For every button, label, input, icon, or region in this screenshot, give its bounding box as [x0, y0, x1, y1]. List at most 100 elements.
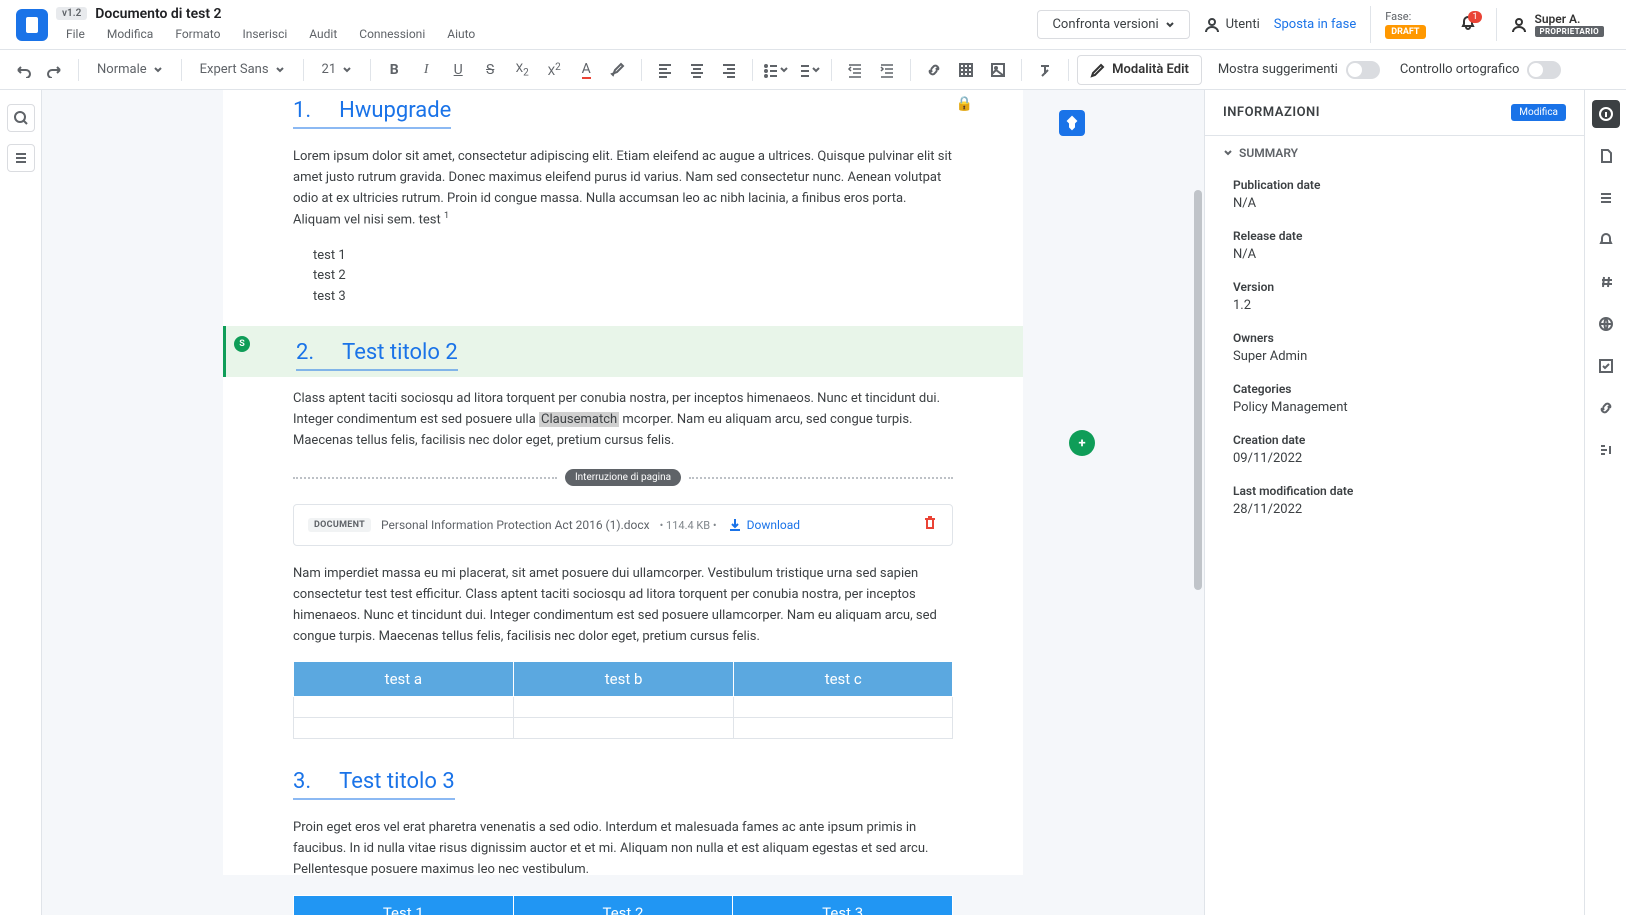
- notifications-button[interactable]: 1: [1454, 15, 1482, 35]
- paragraph[interactable]: Nam imperdiet massa eu mi placerat, sit …: [293, 564, 953, 647]
- table-cell[interactable]: [513, 718, 734, 739]
- menu-file[interactable]: File: [56, 24, 95, 44]
- search-button[interactable]: [7, 104, 35, 132]
- mod-date-label: Last modification date: [1233, 484, 1556, 498]
- download-link[interactable]: Download: [727, 517, 800, 533]
- redo-button[interactable]: [40, 55, 70, 85]
- page-break-label: Interruzione di pagina: [565, 469, 681, 486]
- rel-date-label: Release date: [1233, 229, 1556, 243]
- lines-tab[interactable]: [1592, 184, 1620, 212]
- table-2[interactable]: Test 1Test 2Test 3: [293, 895, 953, 915]
- italic-button[interactable]: I: [411, 55, 441, 85]
- underline-button[interactable]: U: [443, 55, 473, 85]
- pin-button[interactable]: [1059, 110, 1085, 136]
- link-icon: [1598, 400, 1614, 416]
- summary-collapse[interactable]: SUMMARY: [1205, 136, 1584, 170]
- creation-date-label: Creation date: [1233, 433, 1556, 447]
- globe-tab[interactable]: [1592, 310, 1620, 338]
- doc-tab[interactable]: [1592, 142, 1620, 170]
- table-cell[interactable]: [734, 697, 953, 718]
- table-button[interactable]: [951, 55, 981, 85]
- superscript-button[interactable]: X2: [539, 55, 569, 85]
- font-select[interactable]: Expert Sans: [190, 58, 295, 81]
- indent-button[interactable]: [872, 55, 902, 85]
- app-logo[interactable]: [16, 9, 48, 41]
- paragraph[interactable]: Proin eget eros vel erat pharetra venena…: [293, 818, 953, 880]
- strikethrough-button[interactable]: S: [475, 55, 505, 85]
- undo-button[interactable]: [8, 55, 38, 85]
- info-edit-button[interactable]: Modifica: [1511, 104, 1566, 121]
- lines-icon: [1598, 190, 1614, 206]
- alerts-tab[interactable]: [1592, 226, 1620, 254]
- scrollbar[interactable]: [1194, 190, 1202, 590]
- table-cell[interactable]: [734, 718, 953, 739]
- list-item: test 3: [313, 287, 953, 308]
- document-icon: [1598, 148, 1614, 164]
- indent-icon: [879, 62, 895, 78]
- image-button[interactable]: [983, 55, 1013, 85]
- categories-label: Categories: [1233, 382, 1556, 396]
- add-section-button[interactable]: +: [1069, 430, 1095, 456]
- user-icon: [1511, 17, 1527, 33]
- menu-connections[interactable]: Connessioni: [349, 24, 435, 44]
- font-size-select[interactable]: 21: [312, 58, 363, 81]
- flow-tab[interactable]: [1592, 436, 1620, 464]
- align-left-button[interactable]: [650, 55, 680, 85]
- table-cell[interactable]: [513, 697, 734, 718]
- move-phase-link[interactable]: Sposta in fase: [1274, 17, 1356, 32]
- check-tab[interactable]: [1592, 352, 1620, 380]
- heading-2[interactable]: 2.Test titolo 2: [296, 332, 458, 371]
- selected-section[interactable]: S 2.Test titolo 2: [223, 326, 1023, 377]
- paragraph[interactable]: Class aptent taciti sociosqu ad litora t…: [293, 389, 953, 451]
- table-header: Test 1: [294, 895, 514, 915]
- list[interactable]: test 1 test 2 test 3: [293, 246, 953, 308]
- table-cell[interactable]: [294, 718, 514, 739]
- table-header: test a: [294, 662, 514, 697]
- menu-audit[interactable]: Audit: [299, 24, 347, 44]
- heading-number: 1.: [293, 98, 311, 123]
- outline-button[interactable]: [7, 144, 35, 172]
- page-break[interactable]: Interruzione di pagina: [293, 469, 953, 486]
- compare-versions-button[interactable]: Confronta versioni: [1037, 10, 1189, 39]
- users-button[interactable]: Utenti: [1204, 17, 1260, 33]
- spellcheck-label: Controllo ortografico: [1400, 62, 1520, 77]
- menu-insert[interactable]: Inserisci: [232, 24, 297, 44]
- link-button[interactable]: [919, 55, 949, 85]
- heading-1[interactable]: 1.Hwupgrade: [293, 90, 451, 129]
- bullet-list-button[interactable]: [761, 55, 791, 85]
- clear-format-button[interactable]: [1030, 55, 1060, 85]
- chevron-down-icon: [153, 65, 163, 75]
- document-title[interactable]: Documento di test 2: [95, 6, 221, 22]
- suggestions-toggle[interactable]: [1346, 61, 1380, 79]
- outdent-icon: [847, 62, 863, 78]
- number-list-button[interactable]: [793, 55, 823, 85]
- users-label: Utenti: [1226, 17, 1260, 32]
- paragraph[interactable]: Lorem ipsum dolor sit amet, consectetur …: [293, 147, 953, 232]
- owner-role-badge: PROPRIETARIO: [1535, 26, 1605, 37]
- subscript-button[interactable]: X2: [507, 55, 537, 85]
- spellcheck-toggle[interactable]: [1527, 61, 1561, 79]
- owner-box[interactable]: Super A. PROPRIETARIO: [1496, 8, 1619, 41]
- align-center-button[interactable]: [682, 55, 712, 85]
- tags-tab[interactable]: [1592, 268, 1620, 296]
- delete-attachment-button[interactable]: [922, 515, 938, 535]
- categories-value: Policy Management: [1233, 400, 1556, 415]
- highlight-button[interactable]: [603, 55, 633, 85]
- table-cell[interactable]: [294, 697, 514, 718]
- lock-icon: 🔒: [956, 96, 973, 112]
- table-header: test b: [513, 662, 734, 697]
- info-tab[interactable]: [1592, 100, 1620, 128]
- text-color-button[interactable]: A: [571, 55, 601, 85]
- bold-button[interactable]: B: [379, 55, 409, 85]
- menu-help[interactable]: Aiuto: [437, 24, 485, 44]
- link-tab[interactable]: [1592, 394, 1620, 422]
- heading-3[interactable]: 3.Test titolo 3: [293, 761, 455, 800]
- align-right-button[interactable]: [714, 55, 744, 85]
- outdent-button[interactable]: [840, 55, 870, 85]
- style-select[interactable]: Normale: [87, 58, 173, 81]
- table-1[interactable]: test atest btest c: [293, 661, 953, 739]
- edit-mode-button[interactable]: Modalità Edit: [1077, 55, 1202, 85]
- menu-format[interactable]: Formato: [165, 24, 230, 44]
- table-icon: [958, 62, 974, 78]
- menu-edit[interactable]: Modifica: [97, 24, 163, 44]
